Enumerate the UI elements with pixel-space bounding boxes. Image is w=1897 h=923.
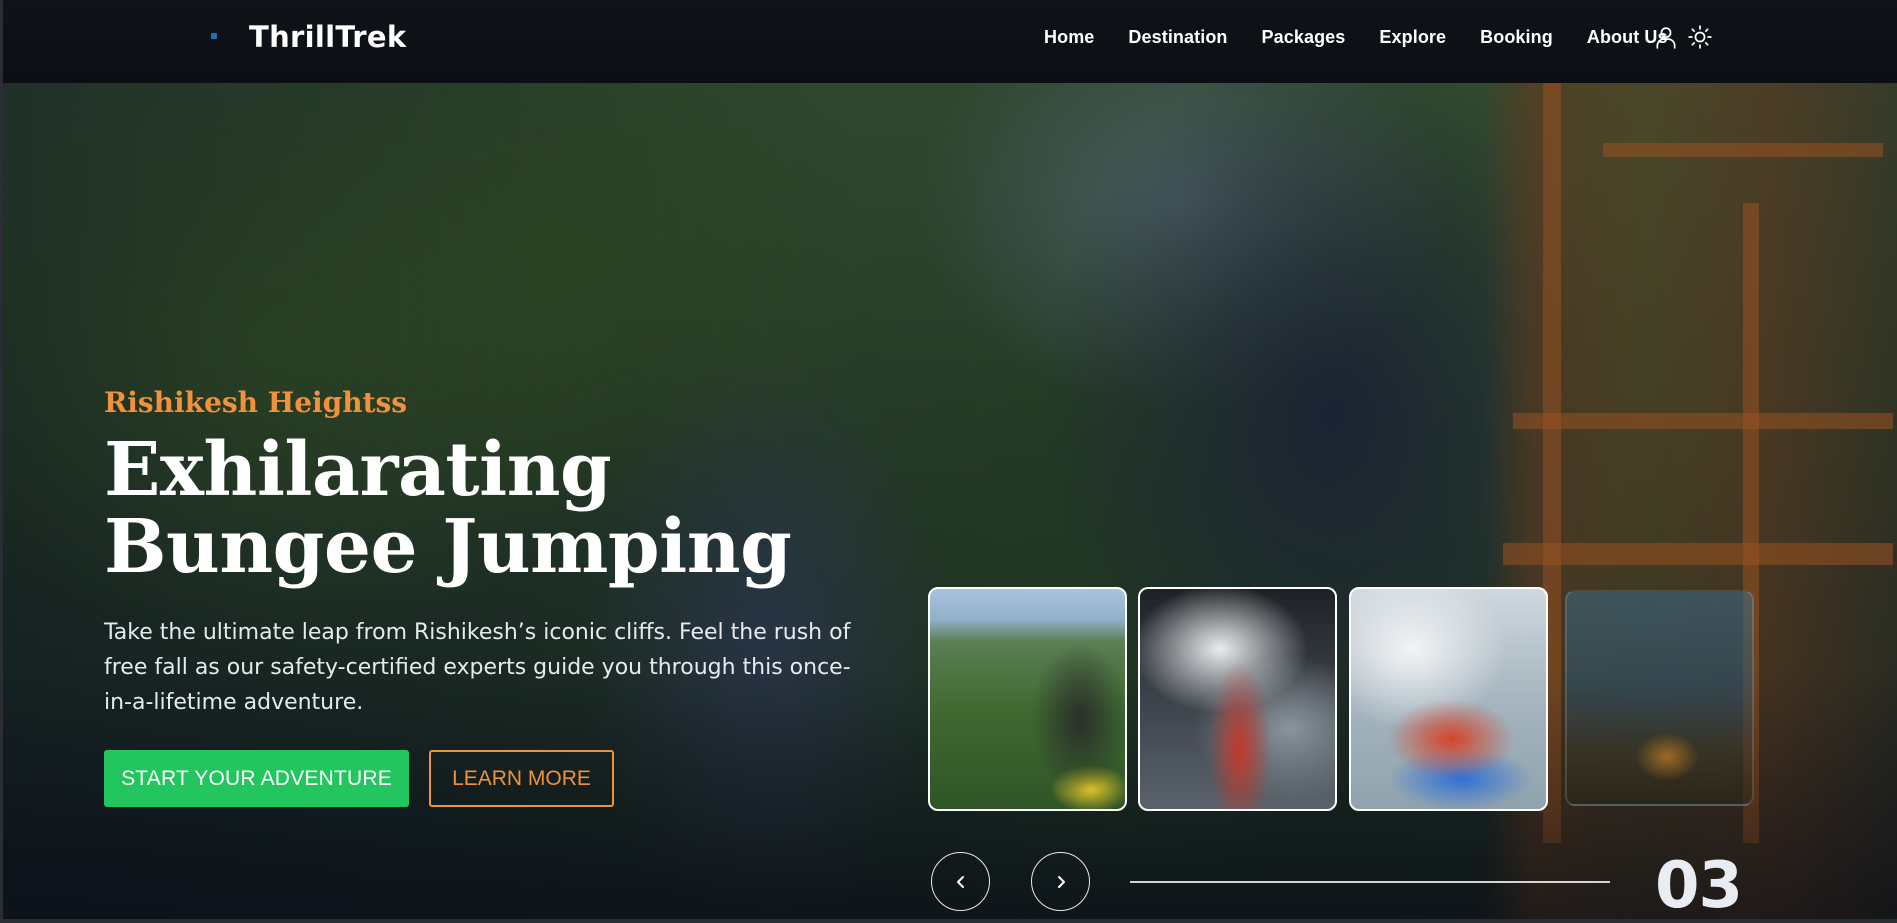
- ganga-aarti-thumb[interactable]: [1138, 587, 1337, 811]
- chevron-left-icon: [956, 875, 964, 888]
- navbar: ThrillTrek Home Destination Packages Exp…: [3, 0, 1897, 83]
- bungee-jumping-thumb[interactable]: [928, 587, 1127, 811]
- hero-headline-line1: Exhilarating: [104, 427, 612, 513]
- hero-description: Take the ultimate leap from Rishikesh’s …: [104, 620, 851, 715]
- carousel-progress-track: [1130, 881, 1610, 883]
- nav-home[interactable]: Home: [1044, 27, 1094, 48]
- learn-more-button[interactable]: LEARN MORE: [429, 750, 614, 807]
- hero-headline-line2: Bungee Jumping: [104, 504, 792, 590]
- brand-marker: [211, 33, 217, 39]
- nav-explore[interactable]: Explore: [1379, 27, 1446, 48]
- nav-booking[interactable]: Booking: [1480, 27, 1553, 48]
- nav-destination[interactable]: Destination: [1128, 27, 1227, 48]
- slide-number: 03: [1655, 849, 1743, 919]
- main-nav: Home Destination Packages Explore Bookin…: [1044, 27, 1668, 48]
- hero-headline: Exhilarating Bungee Jumping: [104, 432, 904, 586]
- campfire-thumb[interactable]: [1565, 590, 1754, 806]
- app-frame: ThrillTrek Home Destination Packages Exp…: [3, 0, 1897, 919]
- chevron-right-icon: [1057, 875, 1065, 888]
- carousel-next-button[interactable]: [1031, 852, 1090, 911]
- user-icon[interactable]: [1653, 24, 1679, 50]
- start-adventure-button[interactable]: START YOUR ADVENTURE: [104, 750, 409, 807]
- carousel-prev-button[interactable]: [931, 852, 990, 911]
- carousel-progress-fill: [1130, 881, 1610, 883]
- nav-packages[interactable]: Packages: [1262, 27, 1346, 48]
- brand-logo[interactable]: ThrillTrek: [249, 20, 406, 54]
- river-rafting-thumb[interactable]: [1349, 587, 1548, 811]
- hero-eyebrow: Rishikesh Heightss: [104, 386, 408, 419]
- theme-toggle-sun-icon[interactable]: [1687, 24, 1713, 50]
